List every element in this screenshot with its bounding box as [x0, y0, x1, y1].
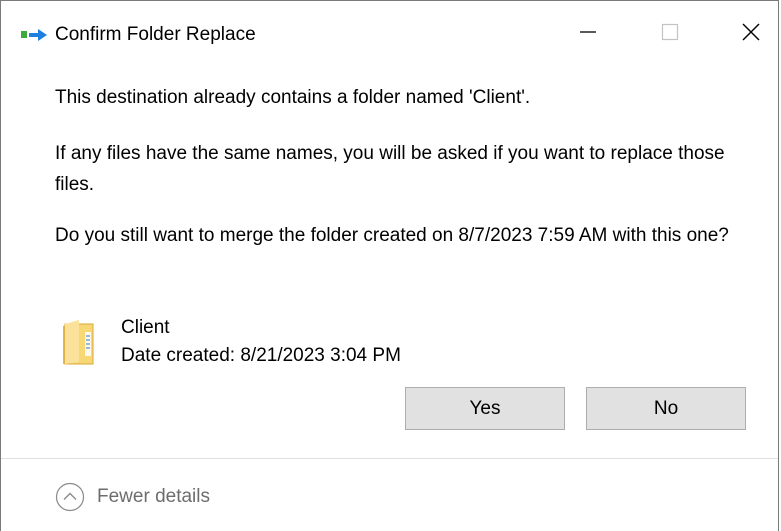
- message-line-3: Do you still want to merge the folder cr…: [55, 225, 729, 246]
- minimize-button[interactable]: [560, 9, 616, 59]
- yes-button[interactable]: Yes: [405, 387, 565, 430]
- folder-icon: [59, 318, 99, 368]
- window-title: Confirm Folder Replace: [55, 24, 256, 45]
- minimize-icon: [578, 22, 598, 47]
- folder-info: Client Date created: 8/21/2023 3:04 PM: [59, 315, 459, 375]
- folder-move-icon: [21, 28, 49, 42]
- title-bar[interactable]: Confirm Folder Replace: [1, 1, 778, 65]
- no-button[interactable]: No: [586, 387, 746, 430]
- maximize-icon: [660, 22, 680, 47]
- message-line-2: If any files have the same names, you wi…: [55, 143, 725, 195]
- folder-date-created: Date created: 8/21/2023 3:04 PM: [121, 345, 401, 366]
- fewer-details-label[interactable]: Fewer details: [97, 486, 210, 508]
- fewer-details-toggle[interactable]: Fewer details: [55, 481, 210, 513]
- confirm-folder-replace-dialog: Confirm Folder Replace This destination …: [0, 0, 779, 531]
- folder-name: Client: [121, 317, 170, 338]
- close-button[interactable]: [723, 9, 779, 59]
- chevron-up-circle-icon[interactable]: [55, 482, 85, 512]
- message-line-1: This destination already contains a fold…: [55, 87, 531, 108]
- maximize-button: [642, 9, 698, 59]
- footer-divider: [1, 458, 778, 459]
- close-icon: [741, 22, 761, 47]
